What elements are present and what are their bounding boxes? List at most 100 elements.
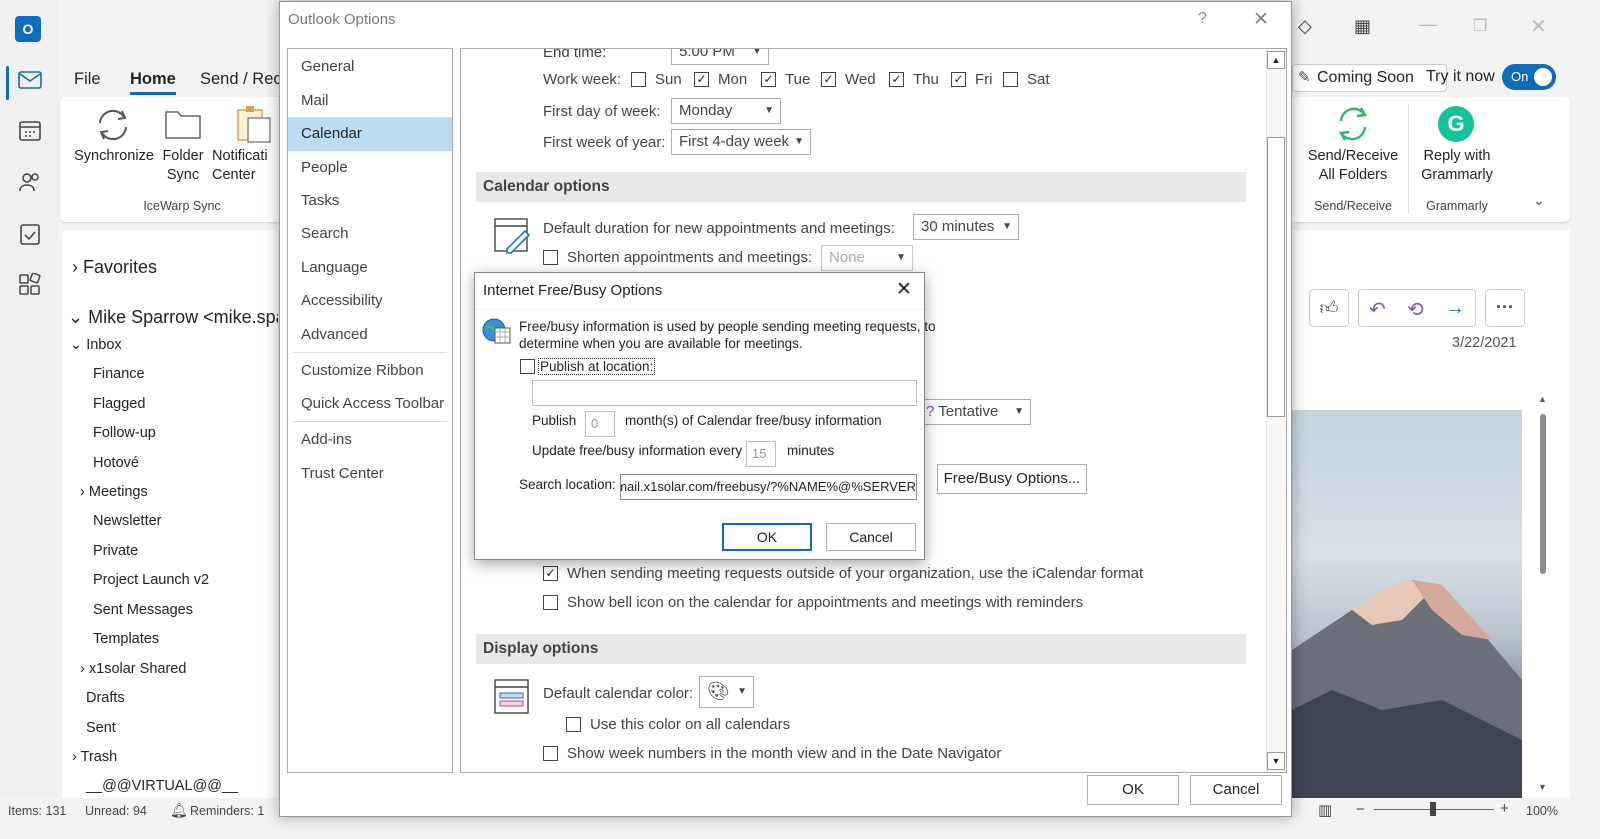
tab-file[interactable]: File <box>74 70 101 89</box>
bell-checkbox[interactable] <box>543 595 558 610</box>
scroll-up-icon[interactable]: ▲ <box>1267 51 1285 69</box>
checkbox-thu[interactable]: ✓ <box>889 72 904 87</box>
help-icon[interactable]: ? <box>1198 10 1207 28</box>
close-window-icon[interactable]: ✕ <box>1530 14 1547 39</box>
inbox-folder[interactable]: ⌄ Inbox <box>70 337 122 353</box>
publish-location-input[interactable] <box>532 380 917 406</box>
like-icon[interactable]: 👍︎ <box>1309 289 1349 327</box>
category-search[interactable]: Search <box>288 217 452 251</box>
tentative-dropdown[interactable]: ? Tentative ▼ <box>921 399 1031 425</box>
week-numbers-checkbox[interactable] <box>543 746 558 761</box>
months-input[interactable]: 0 <box>585 411 615 437</box>
zoom-in-icon[interactable]: + <box>1500 800 1509 817</box>
scroll-down-icon[interactable]: ▼ <box>1267 752 1285 770</box>
category-general[interactable]: General <box>288 50 452 84</box>
folder-private[interactable]: Private <box>93 543 138 559</box>
folder-sent-messages[interactable]: Sent Messages <box>93 602 193 618</box>
checkbox-tue[interactable]: ✓ <box>761 72 776 87</box>
folder-follow-up[interactable]: Follow-up <box>93 425 156 441</box>
options-ok-button[interactable]: OK <box>1087 775 1179 805</box>
notification-icon <box>234 104 274 148</box>
free-busy-options-button[interactable]: Free/Busy Options... <box>937 464 1087 494</box>
category-customize-ribbon[interactable]: Customize Ribbon <box>288 354 452 388</box>
reading-view-icon[interactable]: ▥ <box>1318 801 1332 819</box>
category-trust-center[interactable]: Trust Center <box>288 457 452 491</box>
first-week-dropdown[interactable]: First 4-day week ▼ <box>671 129 811 155</box>
category-accessibility[interactable]: Accessibility <box>288 284 452 318</box>
folder-hotove[interactable]: Hotové <box>93 455 139 471</box>
free-busy-cancel-button[interactable]: Cancel <box>826 523 916 551</box>
forward-icon[interactable]: → <box>1445 297 1465 320</box>
category-advanced[interactable]: Advanced <box>288 318 452 352</box>
category-mail[interactable]: Mail <box>288 84 452 118</box>
tasks-icon[interactable] <box>16 222 44 250</box>
category-people[interactable]: People <box>288 151 452 185</box>
tab-send-receive[interactable]: Send / Rec <box>200 70 282 89</box>
diamond-icon[interactable]: ◇ <box>1298 16 1312 37</box>
default-duration-dropdown[interactable]: 30 minutes ▼ <box>913 214 1019 240</box>
mail-icon[interactable] <box>16 69 44 97</box>
reminders-count[interactable]: Reminders: 1 <box>190 804 264 818</box>
calendar-color-dropdown[interactable]: 🎨︎ ▼ <box>699 676 754 708</box>
apps-icon[interactable] <box>16 272 44 301</box>
scroll-thumb[interactable] <box>1267 137 1285 417</box>
tab-home[interactable]: Home <box>130 70 176 95</box>
folder-virtual[interactable]: __@@VIRTUAL@@__ <box>86 778 238 794</box>
folder-meetings[interactable]: › Meetings <box>80 484 148 500</box>
restore-icon[interactable]: ❐ <box>1473 16 1487 36</box>
reply-all-icon[interactable]: ⟲ <box>1407 297 1424 322</box>
search-location-input[interactable]: mail.x1solar.com/freebusy/?%NAME%@%SERVE… <box>620 474 917 500</box>
folder-project-launch[interactable]: Project Launch v2 <box>93 572 209 588</box>
reply-with-grammarly-button[interactable]: Reply with Grammarly <box>1412 147 1502 185</box>
category-calendar[interactable]: Calendar <box>288 117 452 151</box>
use-color-checkbox[interactable] <box>566 717 581 732</box>
calendar-icon[interactable] <box>16 120 44 148</box>
zoom-out-icon[interactable]: − <box>1356 801 1365 818</box>
folder-trash[interactable]: › Trash <box>72 749 117 765</box>
coming-soon-box[interactable]: ✎ Coming Soon <box>1292 64 1447 92</box>
synchronize-button[interactable]: Synchronize <box>74 147 154 166</box>
folder-flagged[interactable]: Flagged <box>93 396 145 412</box>
qr-code-icon[interactable]: ▦ <box>1354 16 1371 37</box>
end-time-dropdown[interactable]: 5:00 PM ▼ <box>671 49 769 65</box>
notification-center-button[interactable]: Notificati Center <box>212 147 278 185</box>
reading-scrollbar[interactable]: ▲ ▼ <box>1538 394 1548 794</box>
checkbox-sun[interactable] <box>631 72 646 87</box>
checkbox-fri[interactable]: ✓ <box>951 72 966 87</box>
category-language[interactable]: Language <box>288 251 452 285</box>
minutes-input[interactable]: 15 <box>746 441 776 467</box>
folder-newsletter[interactable]: Newsletter <box>93 513 162 529</box>
folder-drafts[interactable]: Drafts <box>86 690 125 706</box>
category-quick-access-toolbar[interactable]: Quick Access Toolbar <box>288 387 452 421</box>
folder-sync-button[interactable]: Folder Sync <box>156 147 210 185</box>
folder-templates[interactable]: Templates <box>93 631 159 647</box>
folder-x1solar-shared[interactable]: › x1solar Shared <box>80 661 186 677</box>
folder-finance[interactable]: Finance <box>93 366 145 382</box>
category-tasks[interactable]: Tasks <box>288 184 452 218</box>
more-actions-icon[interactable]: ··· <box>1485 289 1525 327</box>
options-scrollbar[interactable]: ▲ ▼ <box>1266 49 1286 772</box>
shorten-dropdown[interactable]: None ▼ <box>821 245 913 271</box>
minimize-icon[interactable]: — <box>1419 14 1437 35</box>
category-add-ins[interactable]: Add-ins <box>288 423 452 457</box>
send-receive-all-folders-button[interactable]: Send/Receive All Folders <box>1300 147 1406 185</box>
icalendar-checkbox[interactable]: ✓ <box>543 566 558 581</box>
checkbox-mon[interactable]: ✓ <box>694 72 709 87</box>
checkbox-wed[interactable]: ✓ <box>821 72 836 87</box>
reply-icon[interactable]: ↶ <box>1369 297 1386 322</box>
checkbox-sat[interactable] <box>1003 72 1018 87</box>
publish-at-location-checkbox[interactable] <box>520 359 535 374</box>
favorites-folder[interactable]: › Favorites <box>72 257 157 278</box>
ribbon-expand-chevron-icon[interactable]: ⌄ <box>1533 192 1545 209</box>
options-cancel-button[interactable]: Cancel <box>1190 775 1282 805</box>
close-icon[interactable]: ✕ <box>896 278 912 301</box>
people-icon[interactable] <box>16 171 44 199</box>
first-day-dropdown[interactable]: Monday ▼ <box>671 98 781 124</box>
folder-sent[interactable]: Sent <box>86 720 116 736</box>
zoom-thumb[interactable] <box>1430 802 1436 816</box>
shorten-checkbox[interactable] <box>543 250 558 265</box>
close-icon[interactable]: ✕ <box>1253 8 1269 31</box>
account-folder[interactable]: ⌄ Mike Sparrow <mike.spa <box>68 307 278 328</box>
free-busy-ok-button[interactable]: OK <box>722 523 812 551</box>
new-outlook-toggle[interactable]: On <box>1502 64 1556 90</box>
